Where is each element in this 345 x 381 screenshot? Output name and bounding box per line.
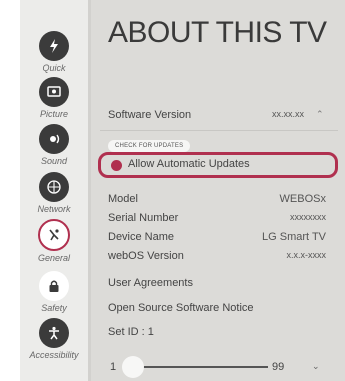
quick-icon	[39, 31, 69, 61]
webos-version-value: x.x.x-xxxx	[286, 250, 327, 260]
lock-icon	[39, 271, 69, 301]
sidebar-item-network[interactable]: Network	[20, 172, 88, 214]
model-label: Model	[108, 193, 138, 205]
divider	[100, 130, 338, 131]
open-source-notice-link[interactable]: Open Source Software Notice	[108, 302, 328, 314]
software-version-row[interactable]: Software Version xx.xx.xx	[108, 109, 328, 121]
webos-version-label: webOS Version	[108, 250, 184, 262]
info-row-webos-version: webOS Version x.x.x-xxxx	[108, 250, 328, 262]
info-row-model: Model WEBOSx	[108, 193, 328, 205]
sidebar-item-label: Safety	[41, 303, 67, 313]
user-agreements-link[interactable]: User Agreements	[108, 277, 328, 289]
info-row-device-name: Device Name LG Smart TV	[108, 231, 328, 243]
chevron-down-icon[interactable]: ⌄	[312, 361, 320, 372]
serial-number-value: xxxxxxxx	[290, 212, 326, 222]
set-id-slider-handle[interactable]	[122, 356, 144, 378]
page-title: ABOUT THIS TV	[108, 16, 327, 49]
set-id-slider-track[interactable]	[138, 366, 268, 368]
allow-automatic-updates-toggle[interactable]: Allow Automatic Updates	[98, 152, 338, 178]
slider-min-label: 1	[110, 361, 117, 373]
slider-max-label: 99	[272, 361, 285, 373]
software-version-value: xx.xx.xx	[271, 109, 304, 119]
allow-automatic-updates-label: Allow Automatic Updates	[128, 158, 250, 170]
set-id-item[interactable]: Set ID : 1	[108, 326, 328, 338]
sidebar-item-quick[interactable]: Quick	[20, 31, 88, 73]
serial-number-label: Serial Number	[108, 212, 179, 224]
software-version-label: Software Version	[108, 109, 192, 121]
sidebar-item-general[interactable]: General	[20, 219, 88, 263]
toggle-indicator	[111, 160, 122, 171]
picture-icon	[39, 77, 69, 107]
sidebar-item-label: Network	[37, 204, 71, 214]
about-panel	[91, 0, 345, 381]
accessibility-icon	[39, 318, 69, 348]
sidebar-item-picture[interactable]: Picture	[20, 77, 88, 119]
sound-icon	[39, 124, 69, 154]
general-icon	[38, 219, 70, 251]
info-row-serial: Serial Number xxxxxxxx	[108, 212, 328, 224]
model-value: WEBOSx	[279, 193, 326, 205]
sidebar-item-label: General	[37, 253, 71, 263]
sidebar-item-safety[interactable]: Safety	[20, 271, 88, 313]
sidebar-item-accessibility[interactable]: Accessibility	[20, 318, 88, 360]
sidebar-item-label: Accessibility	[29, 350, 79, 360]
chevron-up-icon: ⌃	[316, 109, 324, 119]
sidebar-item-sound[interactable]: Sound	[20, 124, 88, 166]
check-for-updates-button[interactable]: CHECK FOR UPDATES	[108, 140, 191, 152]
network-icon	[39, 172, 69, 202]
device-name-label: Device Name	[108, 231, 175, 243]
sidebar-item-label: Picture	[39, 109, 68, 119]
device-name-value: LG Smart TV	[262, 231, 326, 243]
sidebar-item-label: Sound	[40, 156, 68, 166]
sidebar-item-label: Quick	[42, 63, 66, 73]
